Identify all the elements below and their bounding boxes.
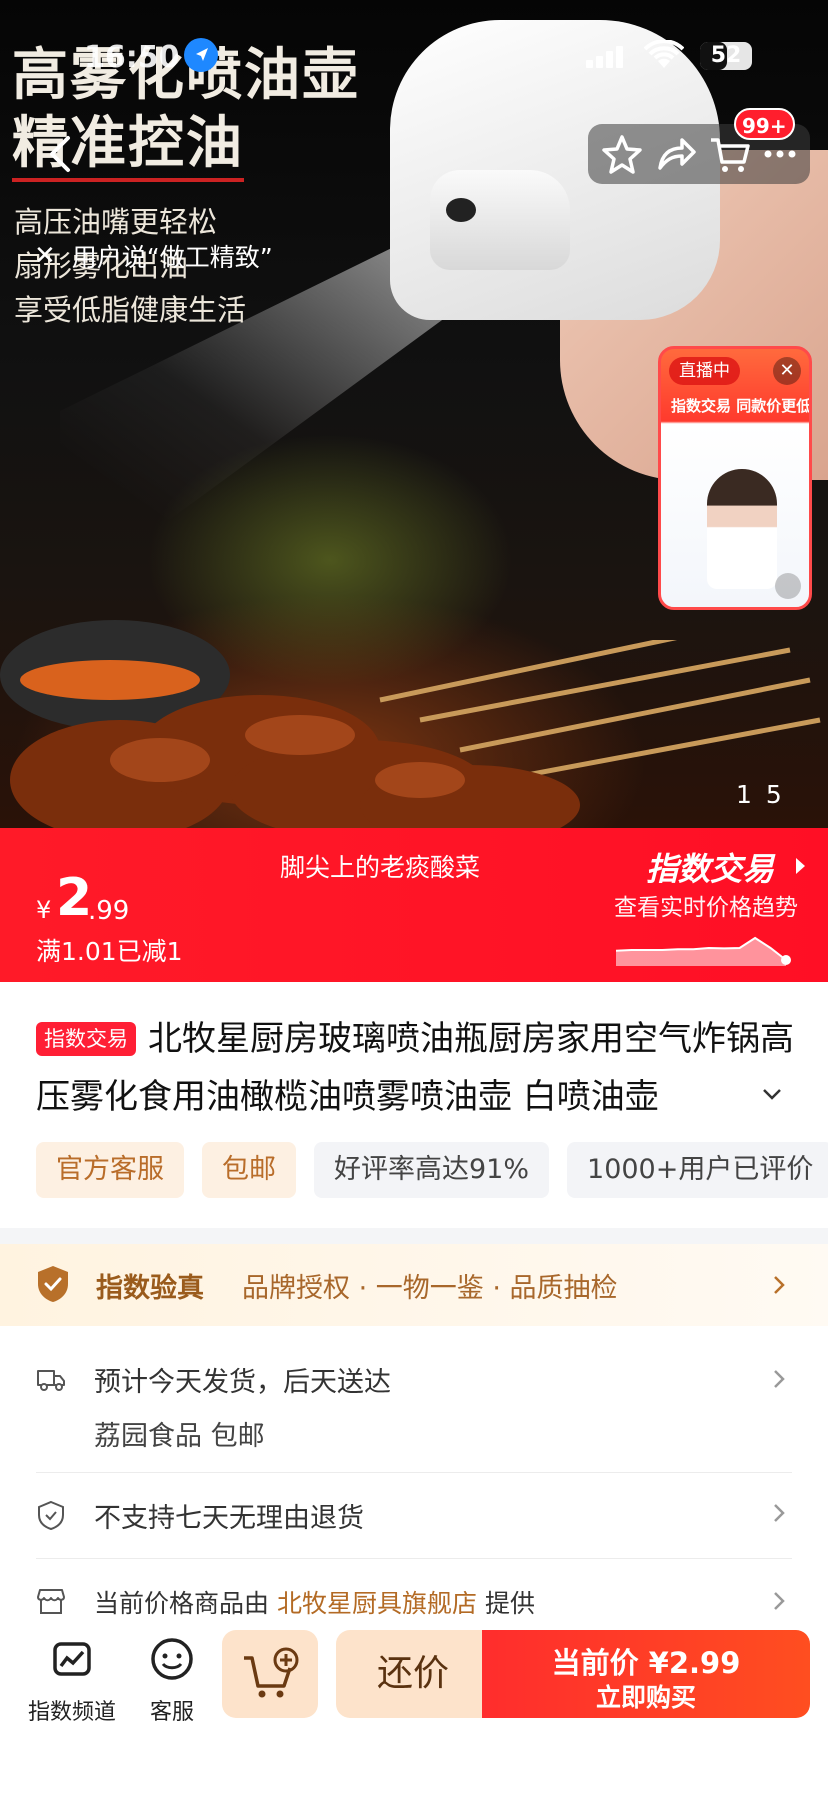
image-counter: 15 <box>736 780 796 809</box>
share-arrow-icon[interactable] <box>654 132 698 176</box>
shop-tagline: 脚尖上的老痰酸菜 <box>280 853 481 882</box>
live-slogan: 指数交易 同款价更低 <box>671 397 812 415</box>
customer-service-button[interactable]: 客服 <box>142 1636 202 1726</box>
price-seller-line: 当前价格商品由 北牧星厨具旗舰店 提供 <box>94 1584 535 1620</box>
seller-suffix: 提供 <box>484 1589 535 1618</box>
live-stream-window[interactable]: 直播中 ✕ 指数交易 同款价更低 <box>658 346 812 610</box>
price-decimal: .99 <box>88 896 130 926</box>
tag-free-shipping[interactable]: 包邮 <box>202 1142 296 1198</box>
buy-label: 立即购买 <box>595 1683 696 1712</box>
buy-price: 当前价 ¥2.99 <box>551 1646 741 1680</box>
section-divider <box>0 1228 828 1244</box>
add-to-cart-button[interactable] <box>222 1630 318 1718</box>
close-icon[interactable]: ✕ <box>773 357 801 385</box>
review-tip: ✕ 用户说“做工精致” <box>34 238 273 274</box>
store-icon <box>37 1589 65 1614</box>
chevron-right-icon <box>774 1504 785 1522</box>
tag-review-count[interactable]: 1000+用户已评价 <box>567 1142 828 1198</box>
mute-icon[interactable] <box>775 573 801 599</box>
tag-rating[interactable]: 好评率高达91% <box>314 1142 550 1198</box>
row-divider <box>36 1472 792 1473</box>
product-tags: 官方客服 包邮 好评率高达91% 1000+用户已评价 <box>36 1142 828 1198</box>
index-trade-badge: 指数交易 <box>36 1022 136 1056</box>
shop-name-link[interactable]: 北牧星厨具旗舰店 <box>277 1589 477 1618</box>
smile-chat-icon <box>151 1638 193 1680</box>
discount-text: 满1.01已减1 <box>36 937 183 966</box>
expand-chevron-icon[interactable] <box>760 1082 784 1106</box>
image-total: 5 <box>765 780 796 809</box>
bargain-button[interactable]: 还价 <box>336 1630 490 1718</box>
cart-plus-icon <box>244 1647 299 1698</box>
image-index: 1 <box>736 780 766 809</box>
product-title: 北牧星厨房玻璃喷油瓶厨房家用空气炸锅高压雾化食用油橄榄油喷雾喷油壶 白喷油壶 <box>36 1019 794 1117</box>
price-currency: ¥ <box>36 896 52 924</box>
row-divider <box>36 1558 792 1559</box>
price-trend-sparkline[interactable] <box>614 926 810 966</box>
channel-icon <box>53 1642 91 1676</box>
battery-icon: 52 <box>700 42 752 70</box>
close-icon[interactable]: ✕ <box>34 241 56 271</box>
shipping-seller: 荔园食品 包邮 <box>94 1421 265 1452</box>
seller-prefix: 当前价格商品由 <box>94 1589 270 1618</box>
verify-title: 指数验真 <box>96 1273 204 1304</box>
index-channel-button[interactable]: 指数频道 <box>26 1636 118 1726</box>
return-policy: 不支持七天无理由退货 <box>94 1503 364 1534</box>
product-image-carousel[interactable]: 高雾化喷油壶 精准控油 高压油嘴更轻松 扇形雾化出油 享受低脂健康生活 16:5… <box>0 0 828 828</box>
favorite-star-icon[interactable] <box>600 132 644 176</box>
service-label: 客服 <box>149 1700 194 1725</box>
verify-description: 品牌授权 · 一物一鉴 · 品质抽检 <box>242 1273 618 1304</box>
skewers-image <box>10 640 821 828</box>
status-time: 16:50 <box>84 40 180 75</box>
truck-icon <box>37 1370 65 1391</box>
product-title-block: 指数交易 北牧星厨房玻璃喷油瓶厨房家用空气炸锅高压雾化食用油橄榄油喷雾喷油壶 白喷… <box>36 1010 806 1126</box>
shield-icon <box>38 1500 64 1530</box>
price-banner: ¥ 2 .99 脚尖上的老痰酸菜 满1.01已减1 指数交易 查看实时价格趋势 <box>0 828 828 982</box>
shipping-estimate: 预计今天发货，后天送达 <box>94 1367 391 1398</box>
price-integer: 2 <box>56 868 93 928</box>
battery-percent: 52 <box>710 43 742 68</box>
chevron-right-icon <box>774 1592 785 1610</box>
sprayer-nozzle-image <box>430 170 570 270</box>
cart-count-badge: 99+ <box>734 108 795 140</box>
price-trend-link[interactable]: 查看实时价格趋势 <box>614 888 798 922</box>
index-trade-link[interactable]: 指数交易 <box>646 844 774 890</box>
tag-official-service[interactable]: 官方客服 <box>36 1142 184 1198</box>
chevron-right-icon <box>774 1276 785 1294</box>
trend-end-point <box>781 955 791 965</box>
location-arrow-icon <box>184 38 218 72</box>
bottom-action-bar: 指数频道 客服 还价 当前价 ¥2.99 立即购买 <box>0 1620 828 1795</box>
live-tag: 直播中 <box>669 357 740 385</box>
back-arrow-icon[interactable] <box>36 128 88 180</box>
verified-shield-icon <box>38 1266 68 1302</box>
caret-right-icon <box>796 858 805 874</box>
hero-subtitle: 享受低脂健康生活 <box>14 293 247 327</box>
verification-bar[interactable]: 指数验真 品牌授权 · 一物一鉴 · 品质抽检 <box>0 1244 828 1326</box>
host-image <box>707 469 777 589</box>
cellular-signal-icon <box>586 46 623 68</box>
nozzle-hole <box>446 198 476 222</box>
channel-label: 指数频道 <box>27 1700 116 1725</box>
chevron-right-icon <box>774 1370 785 1388</box>
buy-now-button[interactable]: 当前价 ¥2.99 立即购买 <box>482 1630 810 1718</box>
review-tip-text: 用户说“做工精致” <box>71 243 273 272</box>
wifi-icon <box>644 40 684 68</box>
